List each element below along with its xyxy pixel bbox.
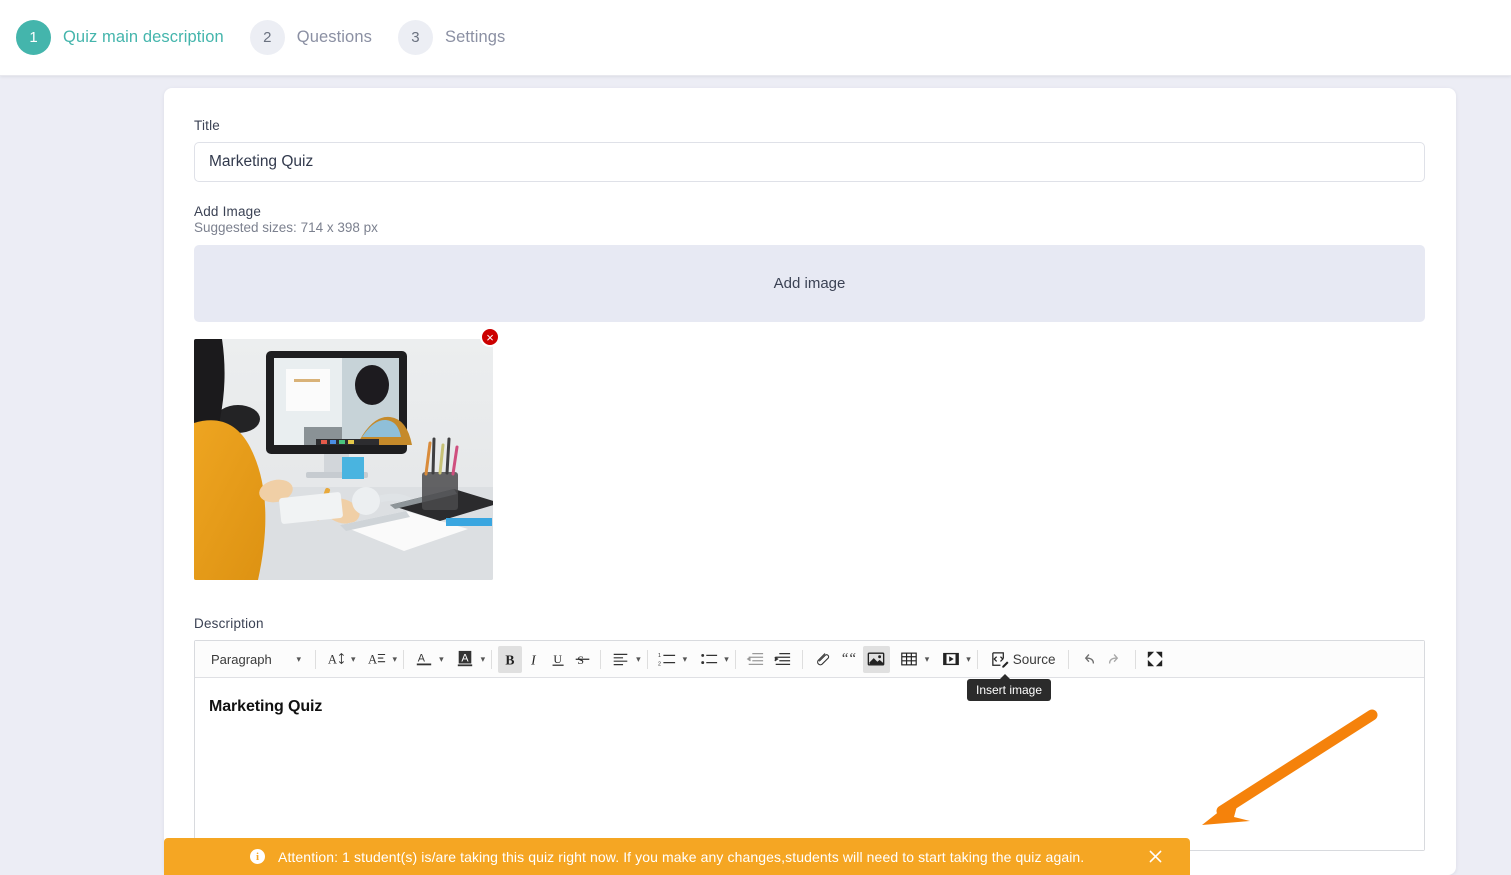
insert-media-button[interactable] bbox=[937, 646, 964, 673]
font-size-chevron-down-icon[interactable]: ▾ bbox=[351, 654, 356, 665]
outdent-button[interactable] bbox=[742, 646, 769, 673]
toolbar-divider bbox=[801, 649, 803, 669]
font-family-button[interactable]: A bbox=[364, 646, 391, 673]
svg-text:B: B bbox=[505, 652, 514, 667]
step-number-2: 2 bbox=[249, 20, 285, 55]
quiz-form-card: Title Add Image Suggested sizes: 714 x 3… bbox=[164, 88, 1456, 875]
toolbar-divider bbox=[403, 649, 405, 669]
undo-button[interactable] bbox=[1075, 646, 1102, 673]
redo-button[interactable] bbox=[1102, 646, 1129, 673]
alignment-button[interactable] bbox=[607, 646, 634, 673]
toolbar-divider bbox=[734, 649, 736, 669]
title-input[interactable] bbox=[194, 142, 1425, 182]
step-label-2: Questions bbox=[296, 28, 372, 46]
svg-text:“: “ bbox=[842, 651, 848, 667]
bulleted-list-chevron-down-icon[interactable]: ▾ bbox=[724, 654, 729, 665]
insert-image-button[interactable] bbox=[862, 645, 890, 673]
image-size-hint: Suggested sizes: 714 x 398 px bbox=[194, 220, 378, 235]
svg-text:A: A bbox=[368, 653, 377, 667]
warning-banner: i Attention: 1 student(s) is/are taking … bbox=[164, 838, 1190, 875]
toolbar-divider bbox=[600, 649, 602, 669]
numbered-list-button[interactable]: 12 bbox=[654, 646, 681, 673]
warning-banner-text: Attention: 1 student(s) is/are taking th… bbox=[278, 848, 1085, 865]
chevron-down-icon: ▾ bbox=[296, 653, 301, 664]
link-icon[interactable] bbox=[809, 646, 836, 673]
uploaded-image-thumbnail bbox=[194, 339, 493, 580]
indent-button[interactable] bbox=[769, 646, 796, 673]
editor-content-heading: Marketing Quiz bbox=[209, 698, 323, 715]
desk-workspace-photo bbox=[194, 339, 493, 580]
insert-media-chevron-down-icon[interactable]: ▾ bbox=[966, 654, 971, 665]
fullscreen-button[interactable] bbox=[1142, 646, 1169, 673]
toolbar-divider bbox=[1134, 649, 1136, 669]
insert-table-chevron-down-icon[interactable]: ▾ bbox=[925, 654, 930, 665]
svg-text:2: 2 bbox=[658, 661, 661, 667]
description-block: Description Paragraph ▾ A ▾ A ▾ A ▾ A ▾ … bbox=[194, 616, 1426, 851]
svg-text:U: U bbox=[553, 651, 562, 665]
step-number-1: 1 bbox=[16, 20, 51, 55]
svg-text:“: “ bbox=[849, 651, 855, 667]
blockquote-button[interactable]: ““ bbox=[836, 646, 863, 673]
svg-text:A: A bbox=[461, 653, 469, 665]
font-color-chevron-down-icon[interactable]: ▾ bbox=[439, 654, 444, 665]
editor-content-area[interactable]: Marketing Quiz bbox=[195, 678, 1424, 850]
insert-table-button[interactable] bbox=[896, 646, 923, 673]
italic-button[interactable]: I bbox=[522, 646, 546, 673]
toolbar-divider bbox=[646, 649, 648, 669]
bulleted-list-button[interactable] bbox=[695, 646, 722, 673]
info-icon: i bbox=[250, 849, 265, 864]
add-image-dropzone-label: Add image bbox=[773, 275, 846, 292]
toolbar-divider bbox=[491, 649, 493, 669]
source-button-label: Source bbox=[1012, 651, 1056, 667]
toolbar-divider bbox=[1067, 649, 1069, 669]
bold-button[interactable]: B bbox=[498, 645, 523, 673]
toolbar-divider bbox=[315, 649, 316, 669]
add-image-label: Add Image bbox=[194, 204, 262, 219]
font-family-chevron-down-icon[interactable]: ▾ bbox=[393, 654, 398, 665]
description-label: Description bbox=[194, 616, 264, 631]
toolbar-divider bbox=[976, 649, 978, 669]
underline-button[interactable]: U bbox=[546, 646, 570, 673]
step-label-1: Quiz main description bbox=[63, 28, 224, 46]
close-icon bbox=[1149, 850, 1161, 863]
insert-image-tooltip: Insert image bbox=[967, 674, 1052, 701]
step-questions[interactable]: 2 Questions bbox=[249, 20, 372, 55]
numbered-list-chevron-down-icon[interactable]: ▾ bbox=[683, 654, 688, 665]
remove-image-button[interactable]: × bbox=[480, 327, 500, 347]
uploaded-image-thumbnail-wrap: × bbox=[194, 327, 500, 580]
close-banner-button[interactable] bbox=[1142, 844, 1168, 870]
background-color-button[interactable]: A bbox=[452, 646, 479, 673]
svg-text:A: A bbox=[417, 653, 425, 665]
svg-text:I: I bbox=[530, 652, 537, 667]
strikethrough-button[interactable]: S bbox=[570, 646, 594, 673]
alignment-chevron-down-icon[interactable]: ▾ bbox=[636, 654, 641, 665]
step-settings[interactable]: 3 Settings bbox=[397, 20, 506, 55]
paragraph-style-value: Paragraph bbox=[211, 651, 272, 667]
font-color-button[interactable]: A bbox=[410, 646, 437, 673]
source-button[interactable]: Source bbox=[984, 646, 1062, 673]
editor-toolbar: Paragraph ▾ A ▾ A ▾ A ▾ A ▾ B I U ▾ 1 2 … bbox=[195, 641, 1424, 678]
font-size-button[interactable]: A bbox=[322, 646, 349, 673]
step-quiz-main-description[interactable]: 1 Quiz main description bbox=[16, 20, 224, 55]
add-image-dropzone[interactable]: Add image bbox=[194, 245, 1425, 322]
quiz-wizard-stepper: 1 Quiz main description 2 Questions 3 Se… bbox=[0, 0, 1511, 76]
background-color-chevron-down-icon[interactable]: ▾ bbox=[481, 654, 486, 665]
step-label-3: Settings bbox=[444, 28, 506, 46]
svg-text:1: 1 bbox=[658, 653, 661, 659]
paragraph-style-select[interactable]: Paragraph ▾ bbox=[201, 646, 309, 673]
svg-text:A: A bbox=[327, 653, 336, 667]
title-label: Title bbox=[194, 118, 221, 133]
rich-text-editor: Paragraph ▾ A ▾ A ▾ A ▾ A ▾ B I U ▾ 1 2 … bbox=[194, 640, 1425, 851]
step-number-3: 3 bbox=[397, 20, 433, 55]
